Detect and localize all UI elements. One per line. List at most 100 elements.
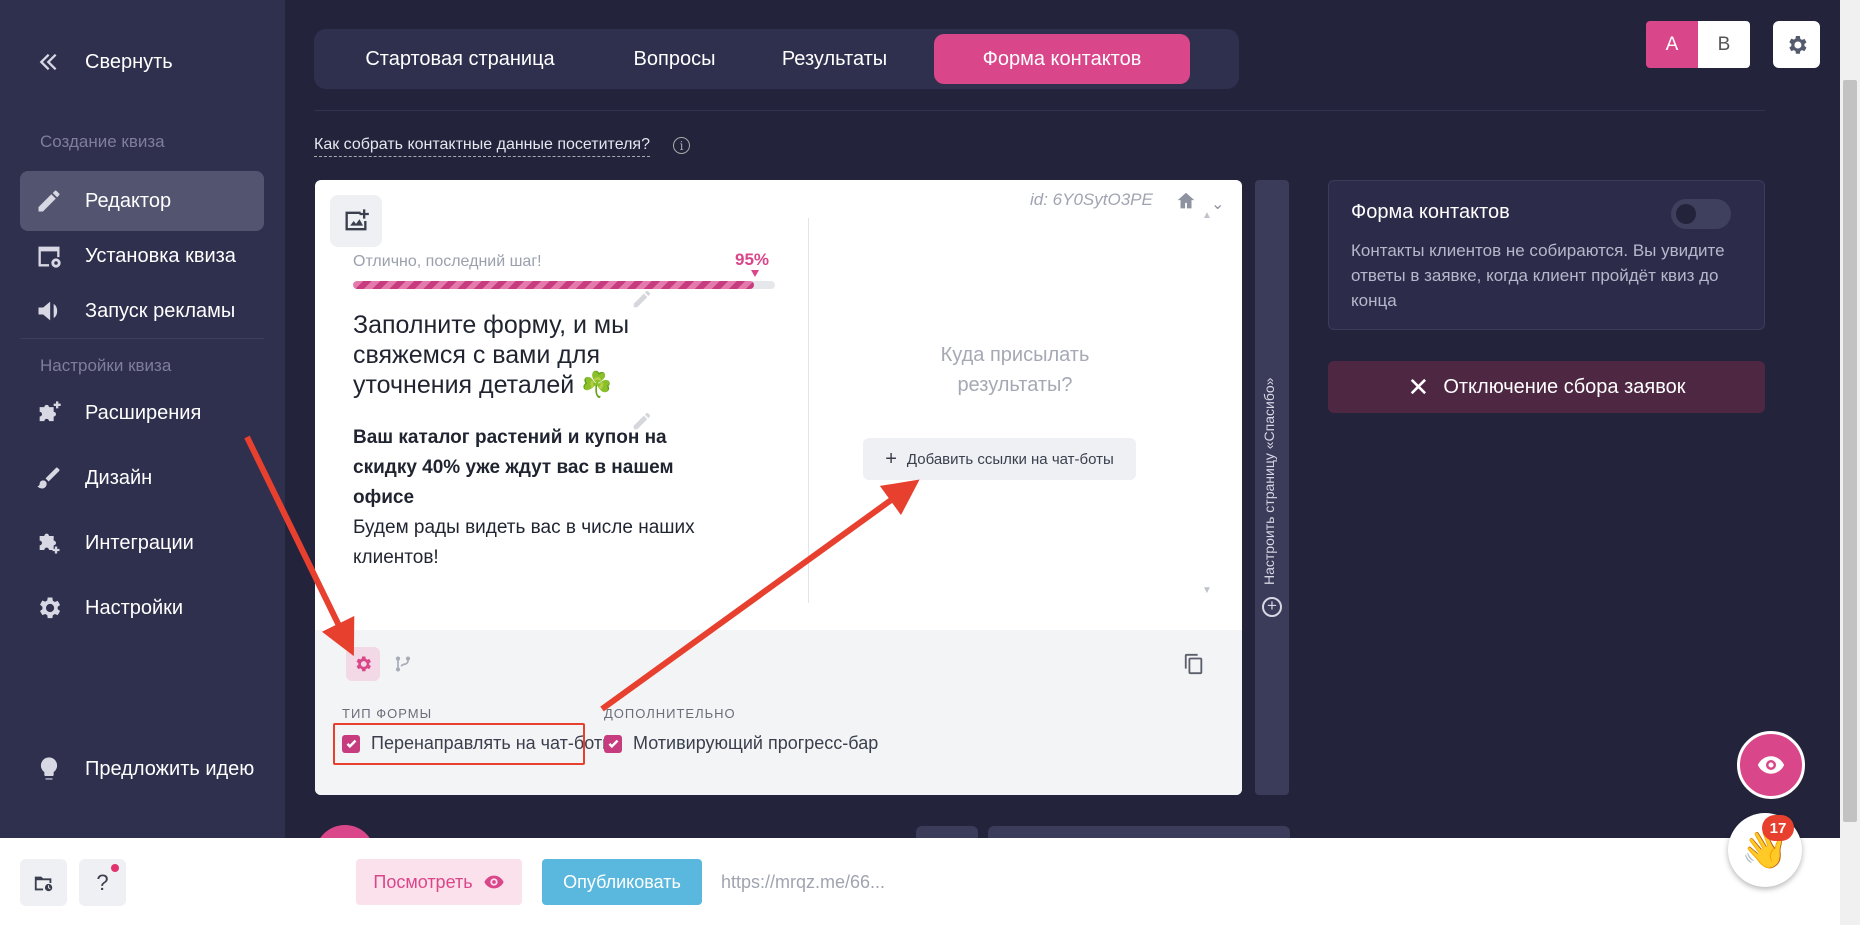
highlight-frame [333,723,585,765]
sidebar-item-install[interactable]: Установка квиза [20,226,264,286]
column-divider [808,218,809,603]
suggest-idea-label: Предложить идею [85,757,255,780]
thanks-page-label: Настроить страницу «Спасибо» [1261,377,1277,585]
eye-icon [483,875,504,889]
disable-leads-button[interactable]: ✕ Отключение сбора заявок [1328,361,1765,413]
history-button[interactable] [20,859,67,906]
sidebar-item-label: Запуск рекламы [85,299,236,322]
progress-bar [353,281,775,289]
contact-form-description: Контакты клиентов не собираются. Вы увид… [1351,241,1725,310]
gear-icon [1788,35,1806,54]
sidebar-item-label: Интеграции [85,531,194,554]
collapse-button[interactable]: Свернуть [20,32,264,92]
progress-percent: 95% [735,250,770,269]
add-chatbot-links-label: Добавить ссылки на чат-боты [906,450,1114,468]
quiz-settings-button[interactable] [1773,21,1820,68]
preview-fab-button[interactable] [1737,731,1805,799]
suggest-idea-button[interactable]: Предложить идею [20,739,264,799]
browser-settings-icon [35,242,85,270]
view-label: Посмотреть [373,871,473,892]
form-subtitle-rest: Будем рады видеть вас в числе наших клие… [353,517,695,568]
sidebar: Свернуть Создание квиза Редактор Установ… [0,0,285,838]
sidebar-item-extensions[interactable]: Расширения [20,383,264,443]
chevron-down-icon[interactable]: ⌄ [1211,194,1224,214]
add-chatbot-links-button[interactable]: + Добавить ссылки на чат-боты [863,438,1136,480]
scroll-down-icon[interactable]: ▼ [1202,585,1212,596]
collapse-label: Свернуть [85,50,173,73]
home-icon[interactable] [1175,190,1197,212]
edit-pencil-icon[interactable] [631,410,653,432]
contact-form-editor-card: id: 6Y0SytO3PE ⌄ Отлично, последний шаг!… [315,180,1242,795]
tab-results[interactable]: Результаты [747,34,922,84]
plus-circle-icon[interactable]: + [1262,597,1282,617]
help-button[interactable]: ? [79,859,126,906]
folder-clock-icon [34,876,52,891]
chat-unread-badge: 17 [1762,815,1794,841]
pencil-icon [35,187,85,215]
tab-contact-form[interactable]: Форма контактов [934,34,1190,84]
info-icon[interactable]: i [673,137,690,154]
sidebar-item-ads[interactable]: Запуск рекламы [20,281,264,341]
section-create-label: Создание квиза [40,132,165,151]
sidebar-item-label: Дизайн [85,466,153,489]
image-add-icon [345,209,369,231]
sidebar-item-label: Расширения [85,401,202,424]
motivating-progress-checkbox[interactable]: Мотивирующий прогресс-бар [604,733,878,754]
variant-a-button[interactable]: A [1646,21,1698,68]
quiz-url[interactable]: https://mrqz.me/66... [721,872,885,893]
integration-icon [35,529,85,557]
double-chevron-left-icon [35,48,85,76]
gear-icon [356,656,371,672]
edit-pencil-icon[interactable] [631,288,653,310]
sidebar-item-integrations[interactable]: Интеграции [20,513,264,573]
header-divider [314,110,1765,111]
progress-marker [751,270,759,277]
quiz-id: id: 6Y0SytO3PE [1030,190,1153,209]
contact-form-toggle[interactable] [1671,199,1731,229]
sidebar-item-label: Редактор [85,189,172,212]
notification-dot [111,864,119,872]
contact-form-panel: Форма контактов Контакты клиентов не соб… [1328,180,1765,330]
form-options-panel [315,630,1242,795]
sidebar-item-editor[interactable]: Редактор [20,171,264,231]
brush-icon [35,464,85,492]
disable-leads-label: Отключение сбора заявок [1443,375,1686,398]
top-tabs: Стартовая страница Вопросы Результаты Фо… [314,29,1239,89]
tab-questions[interactable]: Вопросы [602,34,747,84]
variant-b-button[interactable]: B [1698,21,1750,68]
branch-icon[interactable] [393,654,413,674]
gear-icon [35,594,85,622]
add-image-button[interactable] [330,195,382,247]
form-title[interactable]: Заполните форму, и мы свяжемся с вами дл… [353,310,713,400]
sidebar-item-settings[interactable]: Настройки [20,578,264,638]
copy-icon[interactable] [1183,653,1205,675]
progress-fill [353,281,754,289]
lightbulb-icon [35,755,85,783]
eye-icon [1757,756,1785,774]
form-settings-tab[interactable] [346,647,380,681]
view-button[interactable]: Посмотреть [356,859,522,905]
extra-options-label: ДОПОЛНИТЕЛЬНО [604,706,736,721]
checkbox-checked-icon [604,734,622,753]
motivating-progress-label: Мотивирующий прогресс-бар [633,733,879,753]
page-scrollbar-thumb[interactable] [1843,80,1857,822]
close-icon: ✕ [1407,372,1430,402]
sidebar-item-design[interactable]: Дизайн [20,448,264,508]
toggle-knob [1676,204,1696,224]
publish-button[interactable]: Опубликовать [542,859,702,905]
form-subtitle-bold: Ваш каталог растений и купон на скидку 4… [353,427,674,508]
progress-label: Отлично, последний шаг! [353,253,542,270]
section-settings-label: Настройки квиза [40,356,172,375]
form-type-label: ТИП ФОРМЫ [342,706,433,721]
sidebar-item-label: Установка квиза [85,244,236,267]
tab-start-page[interactable]: Стартовая страница [318,34,602,84]
form-subtitle[interactable]: Ваш каталог растений и купон на скидку 4… [353,423,723,573]
contact-form-title: Форма контактов [1351,201,1510,223]
puzzle-plus-icon [35,399,85,427]
scroll-up-icon[interactable]: ▲ [1202,210,1212,221]
contact-data-help-link[interactable]: Как собрать контактные данные посетителя… [314,136,650,157]
results-destination-question: Куда присылать результаты? [940,344,1090,396]
sidebar-item-label: Настройки [85,596,184,619]
megaphone-icon [35,297,85,325]
sidebar-divider [20,338,264,339]
